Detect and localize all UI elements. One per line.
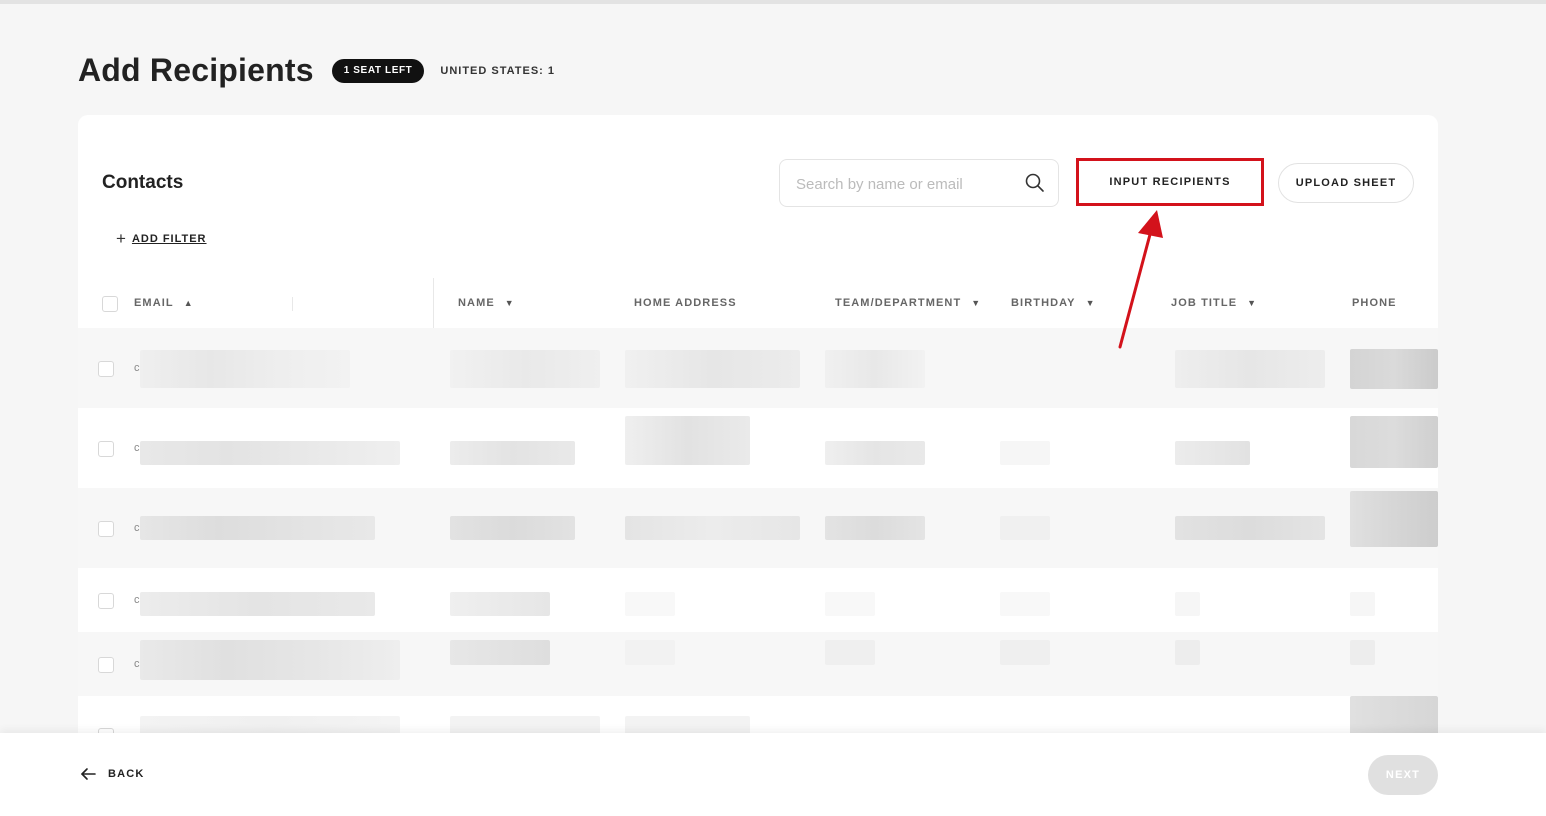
redacted-address [625,640,675,665]
table-row[interactable]: c [78,488,1438,568]
caret-up-icon[interactable]: ▲ [184,298,194,308]
redacted-phone [1350,640,1375,665]
contacts-title: Contacts [102,172,184,193]
caret-down-icon[interactable]: ▼ [1247,298,1257,308]
redacted-email [140,640,400,680]
row-email-initial: c [134,658,140,670]
redacted-team [825,516,925,540]
search-icon[interactable] [1024,172,1046,194]
row-checkbox[interactable] [98,593,114,609]
redacted-birthday [1000,441,1050,465]
row-email-initial: c [134,594,140,606]
redacted-email [140,350,350,388]
column-header-label: PHONE [1352,297,1397,309]
contacts-card: Contacts INPUT RECIPIENTS UPLOAD SHEET +… [78,115,1438,755]
table-row[interactable]: c [78,632,1438,696]
column-header-label: EMAIL [134,297,174,309]
column-header-email[interactable]: EMAIL ▲ [134,297,194,309]
redacted-name [450,441,575,465]
row-email-initial: c [134,522,140,534]
row-checkbox[interactable] [98,521,114,537]
redacted-team [825,441,925,465]
page-header: Add Recipients 1 SEAT LEFT UNITED STATES… [78,52,555,89]
redacted-job-title [1175,350,1325,388]
search-input[interactable] [796,172,1016,196]
add-filter-button[interactable]: + ADD FILTER [116,229,207,248]
redacted-address [625,516,800,540]
redacted-address [625,350,800,388]
column-header-name[interactable]: NAME ▼ [458,297,515,309]
column-header-label: NAME [458,297,495,309]
footer-bar: BACK NEXT [0,733,1546,816]
caret-down-icon[interactable]: ▼ [971,298,981,308]
red-arrow-icon [1118,210,1163,349]
column-header-team-department[interactable]: TEAM/DEPARTMENT ▼ [835,297,981,309]
table-row[interactable]: c [78,408,1438,488]
table-row[interactable]: c [78,328,1438,408]
select-all-checkbox[interactable] [102,296,118,312]
row-checkbox[interactable] [98,441,114,457]
redacted-birthday [1000,640,1050,665]
redacted-team [825,592,875,616]
table-header: EMAIL ▲ NAME ▼ HOME ADDRESS TEAM/DEPARTM… [78,280,1438,328]
redacted-email [140,441,400,465]
column-header-label: BIRTHDAY [1011,297,1076,309]
input-recipients-button[interactable]: INPUT RECIPIENTS [1076,158,1264,206]
redacted-phone [1350,696,1438,736]
upload-sheet-button[interactable]: UPLOAD SHEET [1278,163,1414,203]
column-header-birthday[interactable]: BIRTHDAY ▼ [1011,297,1096,309]
column-header-label: JOB TITLE [1171,297,1238,309]
row-email-initial: c [134,442,140,454]
redacted-address [625,592,675,616]
search-box[interactable] [779,159,1059,207]
redacted-birthday [1000,592,1050,616]
redacted-birthday [1000,516,1050,540]
caret-down-icon[interactable]: ▼ [1086,298,1096,308]
redacted-name [450,516,575,540]
top-border [0,0,1546,4]
redacted-name [450,350,600,388]
back-button[interactable]: BACK [80,766,145,782]
plus-icon: + [116,229,126,248]
next-button[interactable]: NEXT [1368,755,1438,795]
redacted-name [450,640,550,665]
redacted-name [450,592,550,616]
redacted-job-title [1175,640,1200,665]
country-count: UNITED STATES: 1 [440,64,555,77]
column-header-job-title[interactable]: JOB TITLE ▼ [1171,297,1257,309]
arrow-left-icon [81,768,96,780]
redacted-email [140,516,375,540]
column-header-phone[interactable]: PHONE [1352,297,1397,309]
column-header-label: HOME ADDRESS [634,297,737,309]
row-email-initial: c [134,362,140,374]
redacted-job-title [1175,441,1250,465]
redacted-email [140,592,375,616]
caret-down-icon[interactable]: ▼ [505,298,515,308]
redacted-phone [1350,491,1438,547]
redacted-address [625,416,750,465]
row-checkbox[interactable] [98,657,114,673]
table-row[interactable]: c [78,568,1438,632]
redacted-phone [1350,592,1375,616]
column-header-home-address[interactable]: HOME ADDRESS [634,297,737,309]
row-checkbox[interactable] [98,361,114,377]
redacted-job-title [1175,592,1200,616]
column-divider [292,297,293,311]
redacted-team [825,640,875,665]
redacted-phone [1350,349,1438,389]
redacted-team [825,350,925,388]
back-label: BACK [108,768,145,780]
add-filter-label: ADD FILTER [131,233,207,245]
seat-badge: 1 SEAT LEFT [331,58,425,83]
redacted-phone [1350,416,1438,468]
column-header-label: TEAM/DEPARTMENT [835,297,962,309]
page-title: Add Recipients [78,52,314,88]
redacted-job-title [1175,516,1325,540]
